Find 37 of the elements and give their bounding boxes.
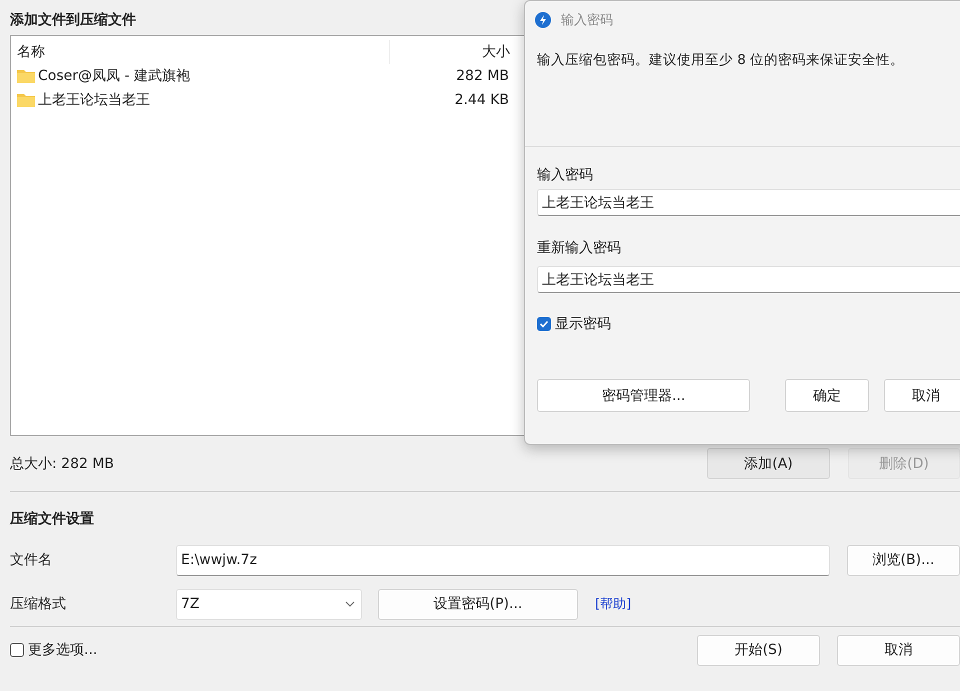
filename-label: 文件名 <box>10 551 53 569</box>
repeat-password-field[interactable]: 上老王论坛当老王 <box>537 266 960 293</box>
start-button[interactable]: 开始(S) <box>697 634 820 666</box>
password-manager-button[interactable]: 密码管理器... <box>537 379 750 412</box>
show-password-label[interactable]: 显示密码 <box>555 315 611 333</box>
browse-button[interactable]: 浏览(B)... <box>847 544 960 576</box>
file-name[interactable]: 上老王论坛当老王 <box>38 91 150 109</box>
file-size: 2.44 KB <box>454 92 509 108</box>
app-icon <box>535 12 551 28</box>
chevron-icon <box>345 601 355 607</box>
cancel-button[interactable]: 取消 <box>884 379 960 412</box>
add-button[interactable]: 添加(A) <box>707 448 830 479</box>
cancel-button[interactable]: 取消 <box>837 634 960 666</box>
total-size: 总大小: 282 MB <box>10 454 114 472</box>
dialog-title: 输入密码 <box>561 12 613 29</box>
file-name[interactable]: Coser@凤凤 - 建武旗袍 <box>38 67 190 85</box>
format-label: 压缩格式 <box>10 595 67 613</box>
set-password-button[interactable]: 设置密码(P)... <box>378 588 578 620</box>
more-options-label[interactable]: 更多选项... <box>28 641 98 659</box>
check-icon <box>539 319 549 329</box>
checkbox[interactable] <box>10 643 24 657</box>
checkbox[interactable] <box>537 317 551 331</box>
section-title: 压缩文件设置 <box>10 510 95 529</box>
dialog-message: 输入压缩包密码。建议使用至少 8 位的密码来保证安全性。 <box>525 39 960 147</box>
password-field[interactable]: 上老王论坛当老王 <box>537 189 960 216</box>
folder-icon <box>17 69 35 83</box>
ok-button[interactable]: 确定 <box>785 379 870 412</box>
help-link[interactable]: [帮助] <box>595 595 632 613</box>
password-label: 输入密码 <box>537 166 594 185</box>
file-size: 282 MB <box>455 68 509 84</box>
repeat-password-label: 重新输入密码 <box>537 239 622 258</box>
column-header[interactable]: 大小 <box>390 43 510 61</box>
filename-field[interactable]: E:\wwjw.7z <box>176 544 830 576</box>
format-dropdown[interactable]: 7Z <box>176 588 362 620</box>
folder-icon <box>17 93 35 107</box>
column-header[interactable]: 名称 <box>17 40 390 64</box>
window-title: 添加文件到压缩文件 <box>10 11 136 30</box>
